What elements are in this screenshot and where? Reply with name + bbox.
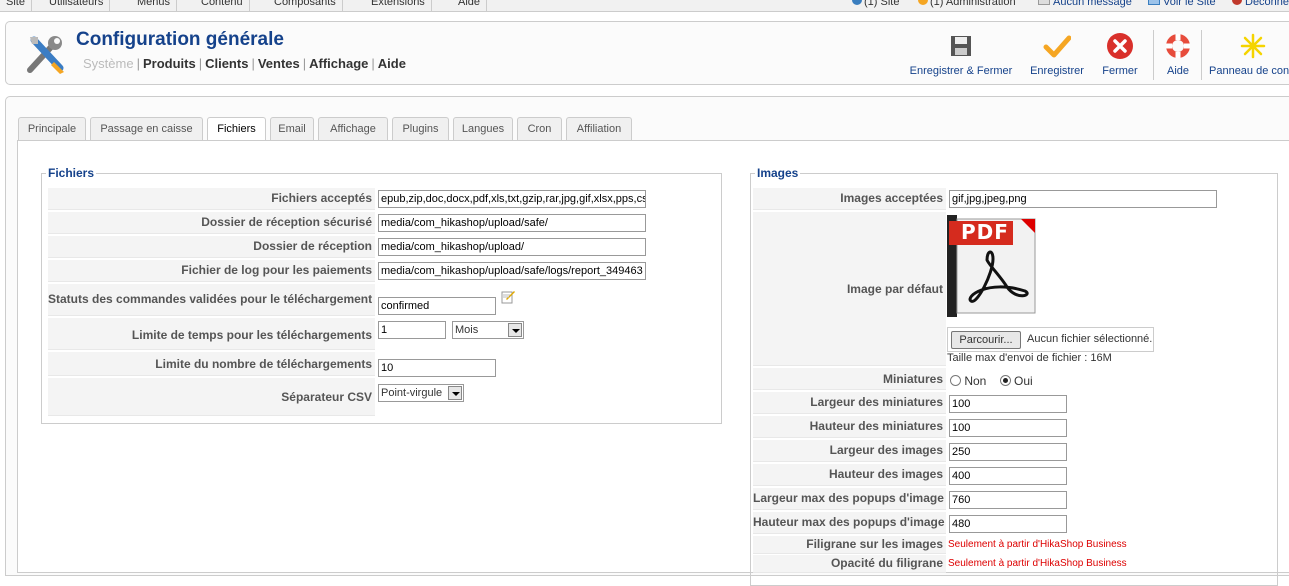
download-statuses-label: Statuts des commandes validées pour le t… [48, 284, 375, 316]
chevron-down-icon [448, 386, 462, 400]
popup-width-label: Largeur max des popups d'image [753, 488, 946, 510]
csv-separator-label: Séparateur CSV [48, 378, 375, 416]
submenu-item-system: Système [83, 56, 134, 71]
default-image-preview: PDF [947, 215, 1037, 317]
files-accepted-label: Fichiers acceptés [48, 188, 375, 210]
popup-height-input[interactable]: 480 [949, 515, 1067, 533]
files-legend: Fichiers [48, 166, 95, 180]
save-close-button[interactable]: Enregistrer & Fermer [909, 28, 1013, 82]
time-limit-label: Limite de temps pour les téléchargements [48, 318, 375, 350]
submenu-item-sales[interactable]: Ventes [258, 56, 300, 71]
dashboard-button[interactable]: Panneau de contrôle [1209, 28, 1289, 82]
logout-link[interactable]: Déconnexion [1232, 0, 1289, 11]
payment-log-input[interactable]: media/com_hikashop/upload/safe/logs/repo… [378, 262, 646, 280]
submenu: Système | Produits | Clients | Ventes | Affichag… [83, 56, 406, 71]
top-menu-item-users[interactable]: Utilisateurs [43, 0, 111, 11]
top-menu-item-components[interactable]: Composants [268, 0, 343, 11]
admin-icon [918, 0, 928, 5]
users-online-site: (1) Site [852, 0, 899, 11]
tab-affiliation[interactable]: Affiliation [566, 117, 632, 141]
folder-input[interactable]: media/com_hikashop/upload/ [378, 238, 646, 256]
images-accepted-input[interactable]: gif,jpg,jpeg,png [949, 190, 1217, 208]
max-upload-size: Taille max d'envoi de fichier : 16M [947, 352, 1112, 364]
download-count-label: Limite du nombre de téléchargements [48, 352, 375, 376]
view-site-link[interactable]: Voir le Site [1148, 0, 1216, 11]
tab-display[interactable]: Affichage [318, 117, 388, 141]
thumb-width-input[interactable]: 100 [949, 395, 1067, 413]
image-width-input[interactable]: 250 [949, 443, 1067, 461]
thumb-height-label: Hauteur des miniatures [753, 416, 946, 438]
tab-plugins[interactable]: Plugins [392, 117, 449, 141]
sun-icon [1240, 33, 1266, 59]
close-button[interactable]: Fermer [1095, 28, 1145, 82]
save-icon [951, 36, 971, 56]
image-height-label: Hauteur des images [753, 464, 946, 486]
submenu-item-help[interactable]: Aide [378, 56, 406, 71]
secure-folder-input[interactable]: media/com_hikashop/upload/safe/ [378, 214, 646, 232]
top-menu-bar: Site Utilisateurs Menus Contenu Composan… [0, 0, 1289, 12]
edit-icon[interactable] [500, 288, 516, 304]
tab-panel-files: Fichiers Fichiers acceptés epub,zip,doc,… [17, 140, 1289, 586]
thumbnails-yes-radio[interactable] [999, 375, 1011, 386]
page-header: Configuration générale Système | Produits |… [5, 21, 1289, 85]
watermark-opacity-label: Opacité du filigrane [753, 555, 946, 573]
submenu-item-display[interactable]: Affichage [309, 56, 368, 71]
view-site-icon [1148, 0, 1160, 5]
submenu-item-products[interactable]: Produits [143, 56, 196, 71]
tools-icon [27, 36, 64, 74]
close-icon [1107, 33, 1133, 59]
browse-button[interactable]: Parcourir... [951, 331, 1021, 349]
lifebuoy-icon [1166, 34, 1190, 58]
file-upload-field: Parcourir... Aucun fichier sélectionné. [947, 327, 1154, 352]
thumb-width-label: Largeur des miniatures [753, 392, 946, 414]
users-icon [852, 0, 862, 5]
time-limit-input[interactable]: 1 [378, 321, 446, 339]
download-statuses-input[interactable]: confirmed [378, 297, 496, 315]
submenu-item-clients[interactable]: Clients [205, 56, 248, 71]
image-height-input[interactable]: 400 [949, 467, 1067, 485]
pdf-label: PDF [961, 220, 1009, 244]
top-menu-item-menus[interactable]: Menus [131, 0, 178, 11]
help-button[interactable]: Aide [1161, 28, 1195, 82]
images-accepted-label: Images acceptées [753, 188, 946, 210]
watermark-opacity-business-note: Seulement à partir d'HikaShop Business [948, 558, 1127, 569]
top-menu-item-content[interactable]: Contenu [195, 0, 250, 11]
users-online-admin: (1) Administration [918, 0, 1016, 11]
tab-main[interactable]: Principale [18, 117, 86, 141]
thumbnails-radio-group: Non Oui [950, 374, 1033, 388]
messages-link[interactable]: Aucun message [1038, 0, 1132, 11]
payment-log-label: Fichier de log pour les paiements [48, 260, 375, 282]
popup-width-input[interactable]: 760 [949, 491, 1067, 509]
files-accepted-input[interactable]: epub,zip,doc,docx,pdf,xls,txt,gzip,rar,j… [378, 190, 646, 208]
no-file-text: Aucun fichier sélectionné. [1027, 333, 1153, 345]
page-title: Configuration générale [76, 29, 284, 50]
watermark-label: Filigrane sur les images [753, 536, 946, 554]
popup-height-label: Hauteur max des popups d'image [753, 512, 946, 534]
tab-email[interactable]: Email [270, 117, 314, 141]
mail-icon [1038, 0, 1050, 5]
top-menu-item-help[interactable]: Aide [452, 0, 488, 11]
top-menu-item-extensions[interactable]: Extensions [365, 0, 432, 11]
thumbnails-no-radio[interactable] [950, 375, 961, 386]
logout-icon [1232, 0, 1242, 5]
thumbnails-label: Miniatures [753, 368, 946, 390]
image-width-label: Largeur des images [753, 440, 946, 462]
csv-separator-select[interactable]: Point-virgule [378, 384, 464, 402]
tab-checkout[interactable]: Passage en caisse [90, 117, 203, 141]
save-button[interactable]: Enregistrer [1027, 28, 1087, 82]
tab-languages[interactable]: Langues [453, 117, 513, 141]
tab-cron[interactable]: Cron [517, 117, 562, 141]
chevron-down-icon [508, 323, 522, 337]
default-image-label: Image par défaut [753, 212, 946, 366]
thumb-height-input[interactable]: 100 [949, 419, 1067, 437]
time-limit-unit-select[interactable]: Mois [452, 321, 524, 339]
secure-folder-label: Dossier de réception sécurisé [48, 212, 375, 234]
watermark-business-note: Seulement à partir d'HikaShop Business [948, 539, 1127, 550]
images-legend: Images [757, 166, 799, 180]
download-count-input[interactable]: 10 [378, 359, 496, 377]
folder-label: Dossier de réception [48, 236, 375, 258]
checkmark-icon [1043, 35, 1071, 58]
top-menu-item-site[interactable]: Site [0, 0, 32, 11]
tab-files[interactable]: Fichiers [207, 117, 266, 142]
